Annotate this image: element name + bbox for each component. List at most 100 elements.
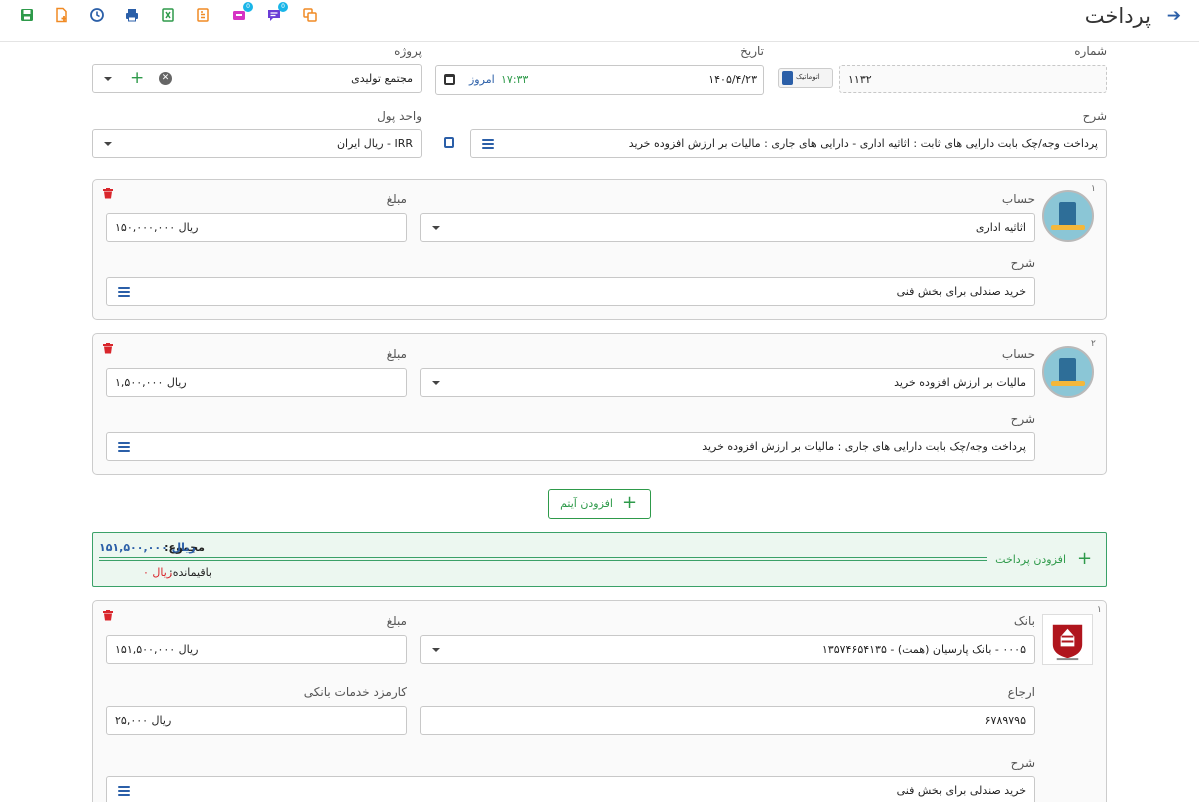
inbox-icon[interactable]: 0 bbox=[231, 2, 253, 23]
payment-description-label: شرح bbox=[1010, 756, 1035, 770]
item-index: ۱ bbox=[1091, 184, 1096, 194]
chevron-down-icon[interactable] bbox=[104, 77, 112, 81]
page-title: پرداخت bbox=[1084, 4, 1151, 28]
amount-value: ریال ۱۵۰,۰۰۰,۰۰۰ bbox=[115, 221, 199, 234]
comments-badge: 0 bbox=[278, 2, 288, 12]
copy-icon[interactable] bbox=[444, 137, 454, 148]
remaining-value: ریال ۰ bbox=[143, 566, 173, 579]
excel-icon[interactable] bbox=[160, 7, 176, 23]
comments-icon[interactable]: 0 bbox=[266, 2, 288, 23]
history-icon[interactable] bbox=[89, 7, 105, 23]
amount-value: ریال ۱,۵۰۰,۰۰۰ bbox=[115, 376, 187, 389]
report-icon[interactable] bbox=[195, 7, 211, 23]
item-description-field[interactable]: خرید صندلی برای بخش فنی bbox=[106, 277, 1035, 306]
bank-fee-field[interactable]: ریال ۲۵,۰۰۰ bbox=[106, 706, 407, 735]
chevron-down-icon[interactable] bbox=[104, 142, 112, 146]
account-value: اثاثیه اداری bbox=[975, 221, 1026, 234]
copy-icon[interactable] bbox=[302, 7, 318, 23]
top-bar: 0 0 پرداخت ➔ bbox=[0, 0, 1199, 42]
bank-fee-label: کارمزد خدمات بانکی bbox=[303, 685, 407, 699]
currency-select[interactable]: IRR - ریال ایران bbox=[92, 129, 422, 158]
payment-amount-field[interactable]: ریال ۱۵۱,۵۰۰,۰۰۰ bbox=[106, 635, 407, 664]
add-item-button[interactable]: + افزودن آیتم bbox=[548, 489, 651, 519]
bank-value: ۰۰۰۵ - بانک پارسیان (همت) - ۱۳۵۷۴۶۵۴۱۳۵ bbox=[821, 643, 1026, 656]
menu-icon[interactable] bbox=[118, 442, 130, 452]
add-item-label: افزودن آیتم bbox=[560, 497, 613, 510]
payment-summary: + افزودن پرداخت مجموع: ریال ۱۵۱,۵۰۰,۰۰۰ … bbox=[92, 532, 1107, 587]
payment-card bbox=[92, 600, 1107, 802]
number-field[interactable]: ۱۱۳۲ bbox=[839, 65, 1107, 93]
add-project-icon[interactable]: + bbox=[130, 69, 144, 87]
project-value: مجتمع تولیدی bbox=[351, 72, 413, 85]
payment-amount-label: مبلغ bbox=[386, 614, 407, 628]
chevron-down-icon[interactable] bbox=[432, 226, 440, 230]
payment-description-field[interactable]: خرید صندلی برای بخش فنی bbox=[106, 776, 1035, 802]
account-avatar bbox=[1042, 190, 1094, 242]
payment-amount-value: ریال ۱۵۱,۵۰۰,۰۰۰ bbox=[115, 643, 199, 656]
menu-icon[interactable] bbox=[118, 786, 130, 796]
date-field[interactable]: امروز ۱۷:۳۳ ۱۴۰۵/۴/۲۳ bbox=[435, 65, 764, 95]
bank-logo bbox=[1042, 614, 1093, 665]
chevron-down-icon[interactable] bbox=[432, 648, 440, 652]
item-description-label: شرح bbox=[1010, 412, 1035, 426]
summary-divider bbox=[99, 557, 987, 561]
bank-select[interactable]: ۰۰۰۵ - بانک پارسیان (همت) - ۱۳۵۷۴۶۵۴۱۳۵ bbox=[420, 635, 1035, 664]
date-value: ۱۴۰۵/۴/۲۳ bbox=[708, 73, 757, 86]
account-value: مالیات بر ارزش افزوده خرید bbox=[894, 376, 1026, 389]
auto-number-toggle[interactable]: اتوماتیک bbox=[778, 68, 833, 88]
description-value: پرداخت وجه/چک بابت دارایی های ثابت : اثا… bbox=[628, 137, 1098, 150]
description-label: شرح bbox=[1082, 109, 1107, 123]
chevron-down-icon[interactable] bbox=[432, 381, 440, 385]
account-label: حساب bbox=[1001, 347, 1035, 361]
number-label: شماره bbox=[1074, 44, 1107, 58]
account-label: حساب bbox=[1001, 192, 1035, 206]
add-payment-label: افزودن پرداخت bbox=[995, 553, 1066, 566]
menu-icon[interactable] bbox=[482, 139, 494, 149]
amount-label: مبلغ bbox=[386, 347, 407, 361]
bank-label: بانک bbox=[1013, 614, 1035, 628]
item-description-value: پرداخت وجه/چک بابت دارایی های جاری : مال… bbox=[702, 440, 1026, 453]
payment-description-value: خرید صندلی برای بخش فنی bbox=[896, 784, 1026, 797]
account-select[interactable]: اثاثیه اداری bbox=[420, 213, 1035, 242]
plus-icon: + bbox=[622, 492, 638, 513]
plus-icon: + bbox=[1077, 548, 1093, 569]
description-field[interactable]: پرداخت وجه/چک بابت دارایی های ثابت : اثا… bbox=[470, 129, 1107, 158]
item-description-field[interactable]: پرداخت وجه/چک بابت دارایی های جاری : مال… bbox=[106, 432, 1035, 461]
time-value: ۱۷:۳۳ bbox=[501, 73, 529, 86]
payment-index: ۱ bbox=[1097, 605, 1102, 615]
project-label: پروژه bbox=[394, 44, 422, 58]
account-select[interactable]: مالیات بر ارزش افزوده خرید bbox=[420, 368, 1035, 397]
delete-icon[interactable] bbox=[103, 610, 113, 621]
calendar-icon[interactable] bbox=[444, 74, 455, 85]
amount-field[interactable]: ریال ۱,۵۰۰,۰۰۰ bbox=[106, 368, 407, 397]
delete-icon[interactable] bbox=[103, 188, 113, 199]
item-description-label: شرح bbox=[1010, 256, 1035, 270]
print-icon[interactable] bbox=[124, 7, 140, 23]
reference-value: ۶۷۸۹۷۹۵ bbox=[984, 714, 1026, 727]
currency-value: IRR - ریال ایران bbox=[336, 137, 413, 150]
account-avatar bbox=[1042, 346, 1094, 398]
date-label: تاریخ bbox=[740, 44, 764, 58]
item-description-value: خرید صندلی برای بخش فنی bbox=[896, 285, 1026, 298]
reference-field[interactable]: ۶۷۸۹۷۹۵ bbox=[420, 706, 1035, 735]
amount-field[interactable]: ریال ۱۵۰,۰۰۰,۰۰۰ bbox=[106, 213, 407, 242]
amount-label: مبلغ bbox=[386, 192, 407, 206]
reference-label: ارجاع bbox=[1007, 685, 1035, 699]
add-payment-button[interactable]: + افزودن پرداخت bbox=[993, 549, 1103, 571]
item-index: ۲ bbox=[1091, 339, 1096, 349]
bank-fee-value: ریال ۲۵,۰۰۰ bbox=[115, 714, 172, 727]
new-document-icon[interactable] bbox=[54, 7, 70, 23]
toggle-indicator bbox=[782, 71, 793, 85]
today-link[interactable]: امروز bbox=[469, 73, 495, 86]
arrow-right-icon[interactable]: ➔ bbox=[1167, 6, 1181, 26]
project-select[interactable]: + ✕ مجتمع تولیدی bbox=[92, 64, 422, 93]
save-icon[interactable] bbox=[19, 7, 35, 23]
remaining-label: باقیمانده: bbox=[168, 566, 212, 579]
inbox-badge: 0 bbox=[243, 2, 253, 12]
currency-label: واحد پول bbox=[377, 109, 422, 123]
total-value: ریال ۱۵۱,۵۰۰,۰۰۰ bbox=[99, 541, 196, 554]
auto-number-label: اتوماتیک bbox=[796, 73, 820, 81]
delete-icon[interactable] bbox=[103, 343, 113, 354]
clear-icon[interactable]: ✕ bbox=[159, 72, 172, 85]
menu-icon[interactable] bbox=[118, 287, 130, 297]
